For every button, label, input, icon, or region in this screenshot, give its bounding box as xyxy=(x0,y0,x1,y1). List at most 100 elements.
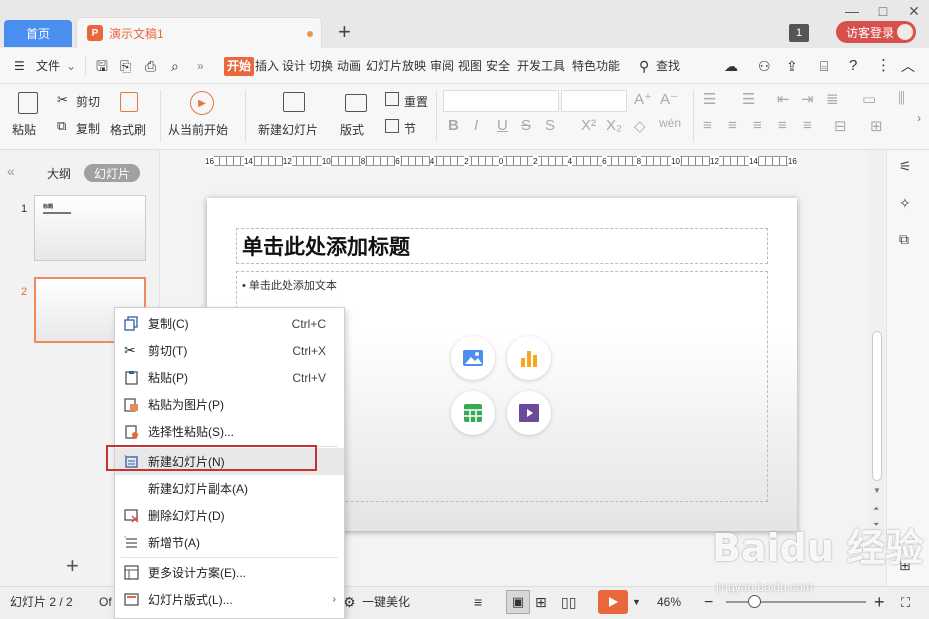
line-spacing-icon[interactable]: ≣ xyxy=(826,90,839,108)
animation-icon[interactable]: ✧ xyxy=(899,195,911,212)
shrink-font-icon[interactable]: A⁻ xyxy=(660,90,678,108)
menu-features[interactable]: 特色功能 xyxy=(572,48,620,84)
indent-increase-icon[interactable]: ⇥ xyxy=(801,90,814,108)
minimize-icon[interactable]: — xyxy=(843,2,861,20)
strikethrough-icon[interactable]: S xyxy=(521,117,531,134)
print-icon[interactable]: ⎙ xyxy=(145,48,156,84)
format-painter-icon[interactable] xyxy=(120,92,138,112)
menu-item-cut[interactable]: ✂ 剪切(T) Ctrl+X xyxy=(115,337,344,364)
menu-item-paste-as-image[interactable]: 粘贴为图片(P) xyxy=(115,391,344,418)
menu-search[interactable]: 查找 xyxy=(656,48,680,84)
share-icon[interactable]: ⇪ xyxy=(786,48,798,84)
zoom-level[interactable]: 46% xyxy=(657,586,681,619)
maximize-icon[interactable]: □ xyxy=(874,2,892,20)
menu-item-new-section[interactable]: * 新增节(A) xyxy=(115,529,344,556)
reading-view-icon[interactable]: ▯▯ xyxy=(561,586,576,619)
menu-transition[interactable]: 切换 xyxy=(309,48,333,84)
theme-name[interactable]: Of xyxy=(99,586,112,619)
slide-thumbnail-1[interactable]: 标题 xyxy=(34,195,146,261)
zoom-out-icon[interactable]: − xyxy=(704,586,713,619)
tab-home[interactable]: 首页 xyxy=(4,20,72,47)
font-family-select[interactable] xyxy=(443,90,559,112)
phonetic-icon[interactable]: wén xyxy=(659,116,681,130)
menu-review[interactable]: 审阅 xyxy=(430,48,454,84)
zoom-in-icon[interactable]: + xyxy=(874,586,885,619)
menu-security[interactable]: 安全 xyxy=(486,48,510,84)
collapse-ribbon-icon[interactable]: ︿ xyxy=(901,48,915,84)
section-icon[interactable] xyxy=(385,119,399,133)
paste-icon[interactable] xyxy=(18,92,38,114)
menu-item-paste-special[interactable]: 选择性粘贴(S)... xyxy=(115,418,344,445)
cut-button[interactable]: 剪切 xyxy=(76,93,100,110)
menu-item-paste[interactable]: 粘贴(P) Ctrl+V xyxy=(115,364,344,391)
zoom-slider-track[interactable] xyxy=(726,601,866,603)
menu-start[interactable]: 开始 xyxy=(224,57,255,76)
collaborate-icon[interactable]: ⚇ xyxy=(758,48,771,84)
paste-button[interactable]: 粘贴 xyxy=(12,121,36,138)
align-center-icon[interactable]: ≡ xyxy=(728,117,737,134)
align-right-icon[interactable]: ≡ xyxy=(753,117,762,134)
transition-icon[interactable]: ⧉ xyxy=(899,231,909,248)
ribbon-scroll-right-icon[interactable]: › xyxy=(917,100,929,136)
numbered-list-icon[interactable]: ☰ xyxy=(742,90,755,108)
insert-video-icon[interactable] xyxy=(507,391,551,435)
help-icon[interactable]: ? xyxy=(849,48,857,84)
export-pdf-icon[interactable]: ⎘ xyxy=(120,48,131,84)
menu-item-slide-layout[interactable]: 幻灯片版式(L)... › xyxy=(115,586,344,613)
underline-icon[interactable]: U xyxy=(497,117,508,134)
insert-picture-icon[interactable] xyxy=(451,336,495,380)
menu-item-more-designs[interactable]: 更多设计方案(E)... xyxy=(115,559,344,586)
normal-view-icon[interactable]: ▣ xyxy=(506,590,530,614)
bold-icon[interactable]: B xyxy=(448,117,459,134)
scroll-down-icon[interactable]: ▼ xyxy=(873,486,881,495)
properties-icon[interactable]: ⚟ xyxy=(899,158,912,175)
new-tab-button[interactable]: + xyxy=(338,20,351,44)
insert-table-icon[interactable] xyxy=(451,391,495,435)
print-preview-icon[interactable]: ⌕ xyxy=(171,48,179,84)
collapse-panel-icon[interactable]: « xyxy=(7,163,15,179)
text-direction-icon[interactable]: ⫼ xyxy=(898,90,905,107)
menu-file[interactable]: 文件 xyxy=(36,48,60,84)
copy-button[interactable]: 复制 xyxy=(76,120,100,137)
align-text-icon[interactable]: ⊟ xyxy=(834,117,847,135)
more-icon[interactable]: ⋮ xyxy=(876,48,891,84)
layout-icon[interactable] xyxy=(345,94,367,112)
previous-slide-icon[interactable]: ⏶ xyxy=(873,504,879,514)
cloud-icon[interactable]: ☁ xyxy=(724,48,738,84)
reset-icon[interactable] xyxy=(385,92,399,106)
play-slideshow-button[interactable] xyxy=(598,590,628,614)
title-placeholder[interactable]: 单击此处添加标题 xyxy=(236,228,768,264)
chevron-down-icon[interactable]: ⌄ xyxy=(66,48,76,84)
menu-item-delete-slide[interactable]: 删除幻灯片(D) xyxy=(115,502,344,529)
columns-icon[interactable]: ▭ xyxy=(862,90,876,108)
format-painter-button[interactable]: 格式刷 xyxy=(110,121,146,138)
close-icon[interactable]: ✕ xyxy=(905,2,923,20)
shadow-icon[interactable]: S xyxy=(545,117,555,134)
grow-font-icon[interactable]: A⁺ xyxy=(634,90,652,108)
indent-decrease-icon[interactable]: ⇤ xyxy=(777,90,790,108)
superscript-icon[interactable]: X² xyxy=(581,117,596,134)
reset-button[interactable]: 重置 xyxy=(404,93,428,110)
slide-sorter-icon[interactable]: ⊞ xyxy=(535,586,547,619)
subscript-icon[interactable]: X₂ xyxy=(606,117,622,134)
layout-button[interactable]: 版式 xyxy=(340,121,364,138)
eraser-icon[interactable]: ◇ xyxy=(634,117,646,135)
tab-slides[interactable]: 幻灯片 xyxy=(84,164,140,182)
fit-window-icon[interactable]: ⛶ xyxy=(901,586,910,619)
zoom-slider-knob[interactable] xyxy=(748,595,761,608)
beautify-button[interactable]: 一键美化 xyxy=(362,586,410,619)
menu-design[interactable]: 设计 xyxy=(282,48,306,84)
justify-icon[interactable]: ≡ xyxy=(778,117,787,134)
align-left-icon[interactable]: ≡ xyxy=(703,117,712,134)
menu-slideshow[interactable]: 幻灯片放映 xyxy=(366,48,426,84)
window-count-badge[interactable]: 1 xyxy=(789,24,809,42)
search-icon[interactable]: ⚲ xyxy=(639,48,649,84)
save-icon[interactable]: 🖫 xyxy=(96,48,108,84)
font-size-select[interactable] xyxy=(561,90,627,112)
add-slide-button[interactable]: + xyxy=(66,553,79,579)
play-options-chevron-icon[interactable]: ▼ xyxy=(632,586,641,619)
scissors-icon[interactable]: ✂ xyxy=(57,92,68,108)
scrollbar-thumb[interactable] xyxy=(872,331,882,481)
menu-insert[interactable]: 插入 xyxy=(255,48,279,84)
smart-art-icon[interactable]: ⊞ xyxy=(870,117,883,135)
